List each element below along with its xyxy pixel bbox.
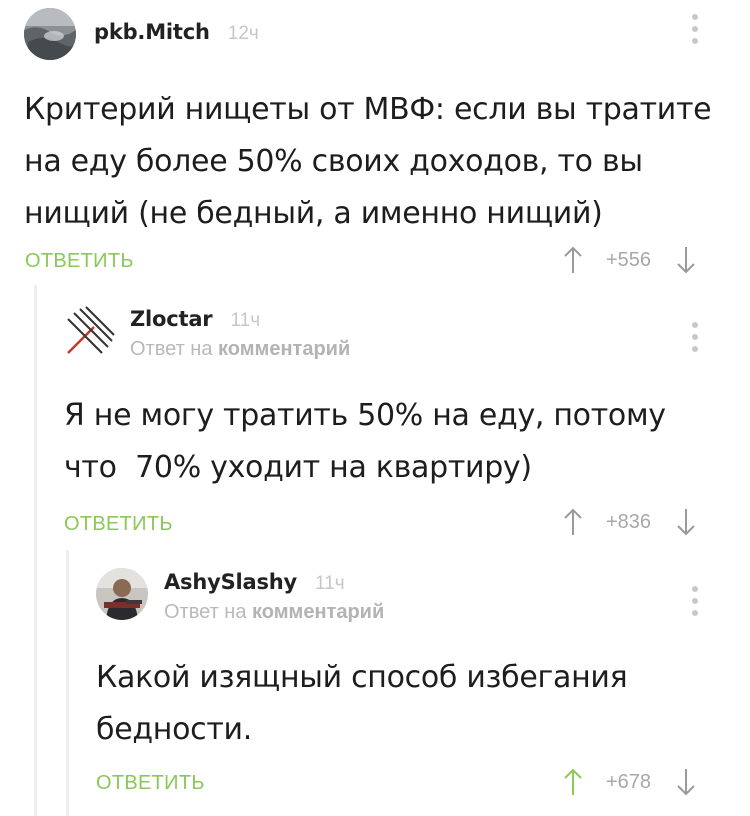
comment-text-line: на еду более 50% своих доходов, то вы bbox=[24, 144, 643, 179]
author-name[interactable]: Zloctar bbox=[130, 307, 213, 331]
reply-to-prefix: Ответ на bbox=[164, 601, 247, 623]
more-options-icon[interactable] bbox=[690, 586, 700, 622]
comment-text-line: Критерий нищеты от МВФ: если вы тратите bbox=[24, 92, 712, 127]
timestamp: 12ч bbox=[227, 23, 259, 44]
upvote-arrow-icon[interactable] bbox=[562, 767, 584, 797]
reply-to-label: Ответ на комментарий bbox=[164, 601, 384, 624]
avatar[interactable] bbox=[64, 305, 116, 357]
person-photo-avatar-icon bbox=[96, 568, 148, 620]
comment-text-line: нищий (не бедный, а именно нищий) bbox=[24, 196, 603, 231]
author-name[interactable]: AshySlashy bbox=[164, 570, 297, 594]
comment-header: pkb.Mitch 12ч bbox=[24, 8, 259, 60]
more-options-icon[interactable] bbox=[690, 322, 700, 358]
reply-button[interactable]: ОТВЕТИТЬ bbox=[64, 513, 173, 536]
comment-text-line: Я не могу тратить 50% на еду, потому bbox=[64, 398, 666, 433]
avatar[interactable] bbox=[96, 568, 148, 620]
comment-text: Критерий нищеты от МВФ: если вы тратите … bbox=[24, 84, 712, 240]
comment-text: Я не могу тратить 50% на еду, потому что… bbox=[64, 390, 666, 494]
more-options-icon[interactable] bbox=[690, 14, 700, 50]
reply-button[interactable]: ОТВЕТИТЬ bbox=[96, 772, 205, 795]
vote-controls: +678 bbox=[562, 766, 697, 798]
slash-lines-avatar-icon bbox=[67, 306, 115, 354]
upvote-arrow-icon[interactable] bbox=[562, 507, 584, 537]
reply-button[interactable]: ОТВЕТИТЬ bbox=[25, 250, 134, 273]
reply-to-link[interactable]: комментарий bbox=[218, 338, 350, 360]
avatar[interactable] bbox=[24, 8, 76, 60]
reply-to-label: Ответ на комментарий bbox=[130, 338, 350, 361]
thread-line bbox=[34, 285, 37, 816]
comment-text-line: Какой изящный способ избегания bbox=[96, 660, 628, 695]
comment-text: Какой изящный способ избегания бедности. bbox=[96, 652, 628, 756]
vote-score: +836 bbox=[606, 510, 652, 533]
vote-controls: +836 bbox=[562, 506, 697, 538]
vote-score: +556 bbox=[606, 248, 652, 271]
comment-text-line: бедности. bbox=[96, 712, 252, 747]
reply-to-prefix: Ответ на bbox=[130, 338, 213, 360]
downvote-arrow-icon[interactable] bbox=[675, 767, 697, 797]
upvote-arrow-icon[interactable] bbox=[562, 245, 584, 275]
timestamp: 11ч bbox=[230, 310, 261, 331]
vote-controls: +556 bbox=[562, 244, 697, 276]
ocean-photo-avatar-icon bbox=[24, 8, 76, 60]
comment-header: Zloctar 11ч Ответ на комментарий bbox=[64, 305, 350, 361]
timestamp: 11ч bbox=[315, 573, 345, 594]
reply-to-link[interactable]: комментарий bbox=[252, 601, 384, 623]
comment-header: AshySlashy 11ч Ответ на комментарий bbox=[96, 568, 384, 624]
downvote-arrow-icon[interactable] bbox=[675, 507, 697, 537]
downvote-arrow-icon[interactable] bbox=[675, 245, 697, 275]
vote-score: +678 bbox=[606, 770, 652, 793]
thread-line bbox=[66, 550, 69, 816]
author-name[interactable]: pkb.Mitch bbox=[94, 20, 210, 44]
comment-text-line: что 70% уходит на квартиру) bbox=[64, 450, 532, 485]
